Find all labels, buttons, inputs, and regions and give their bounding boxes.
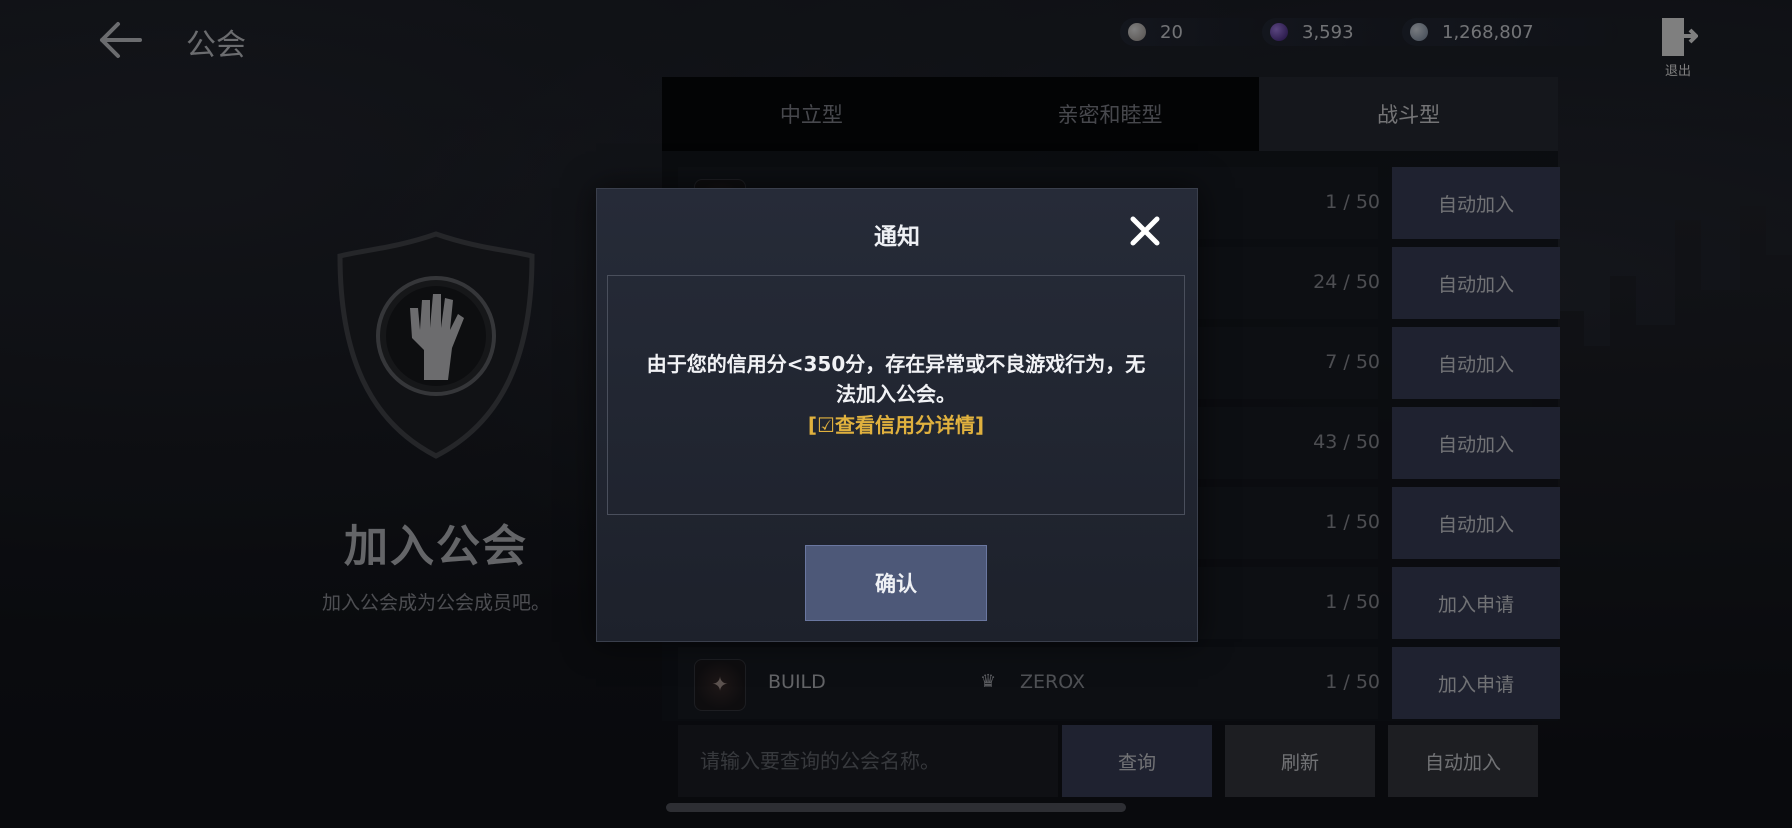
dialog-title: 通知	[874, 224, 920, 250]
close-icon[interactable]	[1127, 213, 1163, 249]
credit-details-link[interactable]: [☑查看信用分详情]	[808, 409, 984, 441]
notice-dialog: 通知 由于您的信用分<350分，存在异常或不良游戏行为，无法加入公会。 [☑查看…	[596, 188, 1198, 642]
confirm-button[interactable]: 确认	[805, 545, 987, 621]
dialog-body: 由于您的信用分<350分，存在异常或不良游戏行为，无法加入公会。 [☑查看信用分…	[607, 275, 1185, 515]
dialog-message: 由于您的信用分<350分，存在异常或不良游戏行为，无法加入公会。	[646, 352, 1146, 406]
